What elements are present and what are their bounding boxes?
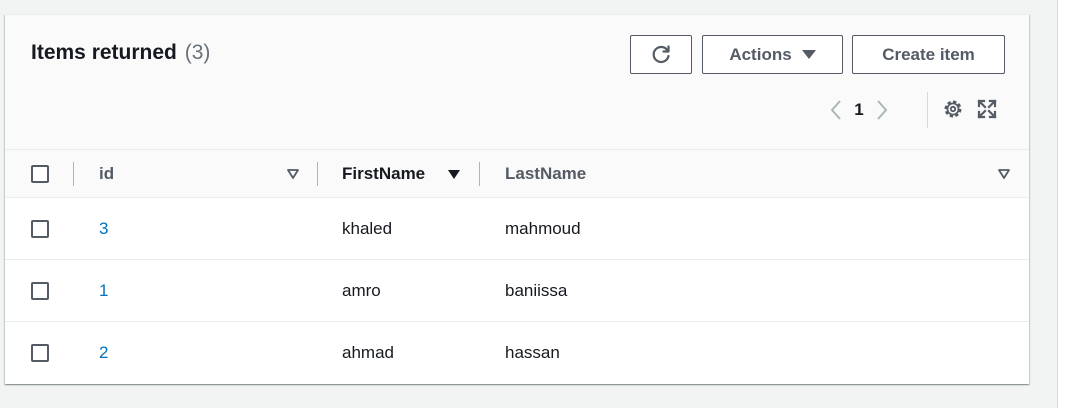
column-resizer[interactable]	[317, 162, 318, 186]
column-separator	[73, 162, 74, 186]
table-row[interactable]: 1 amro baniissa	[5, 260, 1029, 322]
page-title: Items returned (3)	[31, 41, 210, 65]
sort-descending-icon[interactable]	[446, 167, 462, 181]
refresh-button[interactable]	[630, 35, 692, 74]
preferences-button[interactable]	[941, 97, 965, 121]
cell-lastname: hassan	[505, 343, 560, 362]
cell-lastname: baniissa	[505, 281, 568, 300]
column-label-lastname: LastName	[505, 164, 587, 183]
column-resizer[interactable]	[479, 162, 480, 186]
cell-firstname: amro	[342, 281, 381, 300]
item-id-link[interactable]: 2	[99, 322, 108, 384]
item-count: (3)	[184, 41, 211, 64]
column-label-id: id	[99, 164, 115, 183]
actions-label: Actions	[729, 44, 792, 64]
expand-icon	[977, 99, 997, 119]
item-id-link[interactable]: 3	[99, 198, 108, 260]
column-header-lastname[interactable]: LastName	[505, 150, 586, 198]
pagination: 1	[823, 95, 895, 125]
items-page: Items returned (3) Actions Create item 1…	[0, 0, 1067, 408]
column-label-firstname: FirstName	[342, 164, 426, 183]
fullscreen-button[interactable]	[975, 97, 999, 121]
items-table-panel: Items returned (3) Actions Create item 1…	[5, 14, 1029, 384]
item-id-link[interactable]: 1	[99, 260, 108, 322]
chevron-right-icon	[877, 100, 888, 120]
table-row[interactable]: 3 khaled mahmoud	[5, 198, 1029, 260]
chevron-left-icon	[830, 100, 841, 120]
cell-lastname: mahmoud	[505, 219, 581, 238]
previous-page-button[interactable]	[823, 95, 849, 125]
table-row[interactable]: 2 ahmad hassan	[5, 322, 1029, 384]
row-checkbox[interactable]	[31, 344, 49, 362]
gear-icon	[944, 100, 962, 118]
refresh-icon	[652, 44, 670, 63]
create-item-label: Create item	[882, 44, 975, 64]
row-checkbox[interactable]	[31, 282, 49, 300]
select-all-checkbox[interactable]	[31, 165, 49, 183]
caret-down-icon	[801, 50, 816, 59]
cell-firstname: khaled	[342, 219, 393, 238]
actions-dropdown-button[interactable]: Actions	[702, 35, 843, 74]
column-header-firstname[interactable]: FirstName	[342, 150, 425, 198]
row-checkbox[interactable]	[31, 220, 49, 238]
title-text: Items returned	[31, 41, 177, 64]
current-page-number[interactable]: 1	[849, 100, 869, 120]
next-page-button[interactable]	[869, 95, 895, 125]
create-item-button[interactable]: Create item	[852, 35, 1005, 74]
table-header: id FirstName LastName	[5, 150, 1029, 198]
panel-header: Items returned (3) Actions Create item 1	[5, 15, 1029, 150]
column-header-id[interactable]: id	[99, 150, 114, 198]
right-strip	[1057, 0, 1067, 408]
pager-divider	[927, 92, 928, 128]
cell-firstname: ahmad	[342, 343, 394, 362]
sort-unsorted-icon[interactable]	[285, 167, 301, 181]
sort-unsorted-icon[interactable]	[996, 167, 1012, 181]
